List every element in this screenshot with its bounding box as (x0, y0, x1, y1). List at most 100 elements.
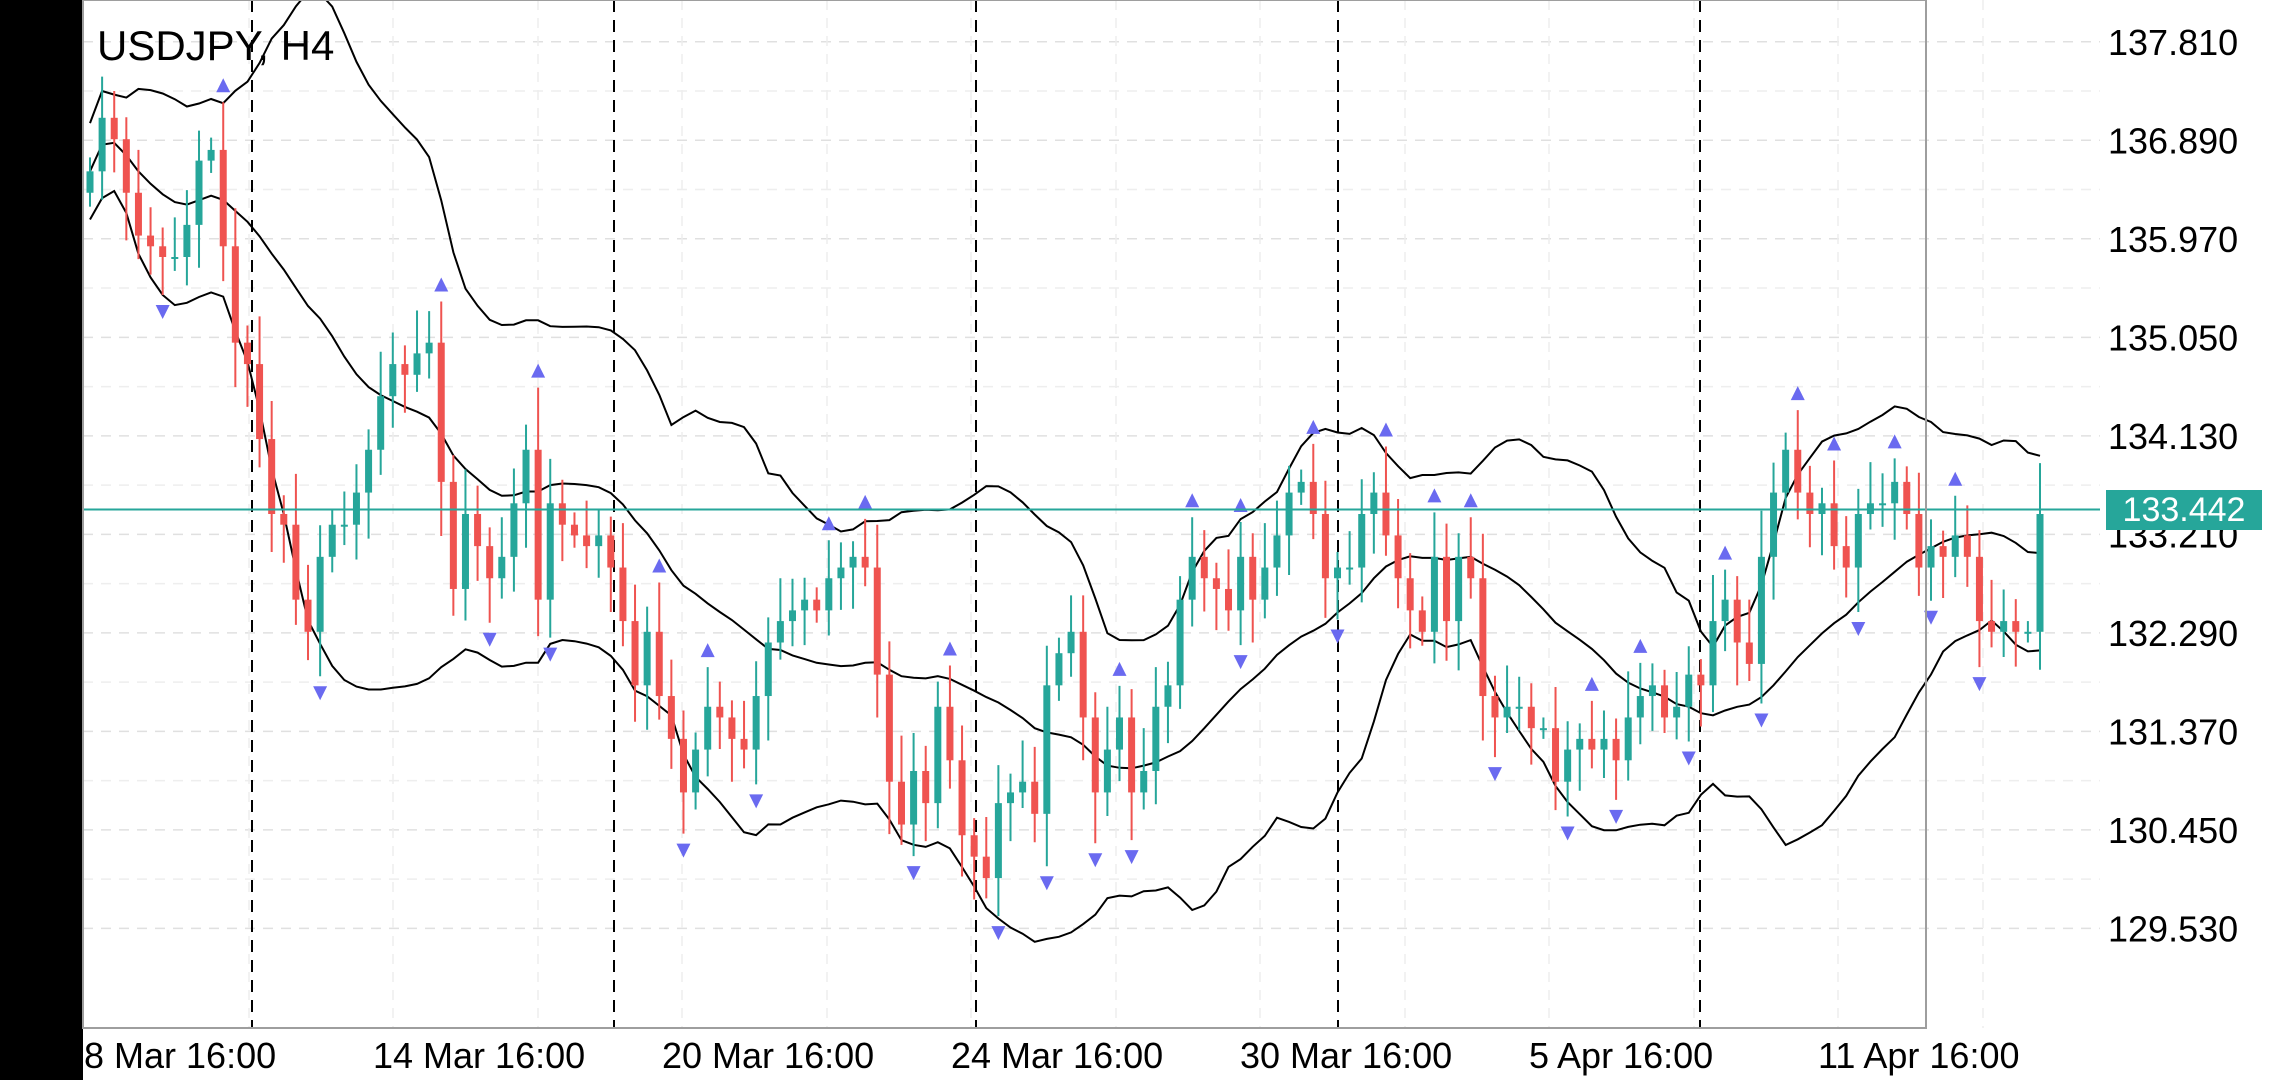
candle-body-up (1116, 717, 1124, 750)
candle-body-up (595, 535, 603, 547)
candle-body-down (534, 449, 542, 600)
candle-body-down (1382, 492, 1390, 536)
fractal-up-arrow (1948, 471, 1963, 486)
x-axis-labels: 8 Mar 16:00 14 Mar 16:00 20 Mar 16:00 24 Ma… (84, 1035, 2020, 1076)
candle-body-down (449, 481, 457, 589)
candle-body-down (231, 246, 239, 343)
candle-body-up (1164, 685, 1172, 707)
candle-body-down (1091, 717, 1099, 793)
candle-body-down (1479, 578, 1487, 697)
candle-body-up (2024, 631, 2032, 634)
candle-body-up (498, 556, 506, 579)
candle-body-down (292, 524, 300, 600)
fractal-down-arrow (482, 632, 497, 647)
candle-body-down (1491, 696, 1499, 718)
x-tick-label: 8 Mar 16:00 (84, 1035, 276, 1076)
candle-body-up (1757, 556, 1765, 664)
current-price-label: 133.442 (2106, 489, 2262, 530)
candle-body-up (1636, 696, 1644, 718)
candle-body-up (764, 642, 772, 697)
candle-body-up (171, 257, 179, 259)
candle-body-up (425, 342, 433, 354)
candle-body-down (1552, 728, 1560, 782)
candle-body-down (570, 524, 578, 536)
x-tick-label: 14 Mar 16:00 (373, 1035, 585, 1076)
candle-body-up (461, 514, 469, 589)
x-tick-label: 30 Mar 16:00 (1240, 1035, 1452, 1076)
candle-body-down (122, 139, 130, 193)
candle-body-up (1648, 685, 1656, 697)
candlestick-chart[interactable]: 137.810136.890135.970135.050134.130133.2… (0, 0, 2280, 1080)
candle-body-up (1006, 792, 1014, 804)
fractal-up-arrow (1112, 661, 1127, 676)
candle-body-up (1709, 621, 1717, 686)
candle-body-up (994, 803, 1002, 879)
candle-body-down (1612, 738, 1620, 761)
fractal-up-arrow (1584, 676, 1599, 691)
candle-body-up (510, 503, 518, 557)
candle-body-up (1152, 706, 1160, 771)
candle-body-down (958, 760, 966, 836)
candle-body-up (1927, 546, 1935, 568)
candle-body-down (1443, 556, 1451, 622)
candle-body-down (970, 835, 978, 857)
candle-body-up (1576, 738, 1584, 750)
candle-body-down (1842, 546, 1850, 568)
candle-body-up (752, 696, 760, 750)
candle-body-down (946, 706, 954, 761)
fractal-down-arrow (1754, 713, 1769, 728)
candle-body-down (1697, 674, 1705, 686)
candle-body-down (268, 439, 276, 514)
fractal-down-arrow (1851, 621, 1866, 636)
fractal-up-arrow (1306, 419, 1321, 434)
candle-body-down (280, 514, 288, 525)
candle-body-up (849, 556, 857, 568)
candle-body-up (704, 706, 712, 750)
candle-body-down (1527, 706, 1535, 729)
candles-layer (86, 76, 2044, 917)
candle-body-up (1043, 685, 1051, 814)
candle-body-down (134, 192, 142, 236)
candle-body-down (1806, 492, 1814, 514)
fractal-down-arrow (991, 926, 1006, 941)
candle-body-down (1975, 556, 1983, 622)
candle-body-up (1685, 674, 1693, 707)
fractal-up-arrow (531, 363, 546, 378)
y-tick-label: 132.290 (2108, 613, 2238, 654)
candle-body-up (389, 364, 397, 397)
candle-body-down (1394, 535, 1402, 579)
x-tick-label: 11 Apr 16:00 (1818, 1035, 2020, 1076)
candle-body-down (304, 599, 312, 632)
candle-body-down (243, 342, 251, 365)
candle-body-up (413, 353, 421, 375)
candle-body-down (982, 856, 990, 879)
candle-body-down (110, 117, 118, 140)
fractal-up-arrow (1790, 386, 1805, 401)
candle-body-up (1515, 706, 1523, 709)
candle-body-up (1455, 556, 1463, 622)
candle-body-down (922, 771, 930, 804)
candle-body-up (546, 503, 554, 600)
y-tick-label: 129.530 (2108, 908, 2238, 949)
bollinger-bands-layer (89, 0, 2041, 943)
candle-body-down (1128, 717, 1136, 793)
candle-body-down (1249, 556, 1257, 600)
candle-body-up (934, 706, 942, 804)
fractal-down-arrow (749, 794, 764, 809)
fractal-down-arrow (676, 843, 691, 858)
candle-body-up (1782, 449, 1790, 493)
candle-body-down (147, 235, 155, 247)
candle-body-up (522, 449, 530, 504)
candle-body-up (1721, 599, 1729, 622)
candle-body-down (885, 674, 893, 782)
candle-body-down (1794, 449, 1802, 493)
candle-body-up (1334, 567, 1342, 579)
candle-body-up (1188, 556, 1196, 600)
y-tick-label: 136.890 (2108, 120, 2238, 161)
fractal-down-arrow (1039, 876, 1054, 891)
x-tick-label: 24 Mar 16:00 (951, 1035, 1163, 1076)
candle-body-down (1418, 610, 1426, 632)
fractal-down-arrow (1330, 629, 1345, 644)
candle-body-down (1988, 621, 1996, 632)
candle-body-up (1430, 556, 1438, 632)
